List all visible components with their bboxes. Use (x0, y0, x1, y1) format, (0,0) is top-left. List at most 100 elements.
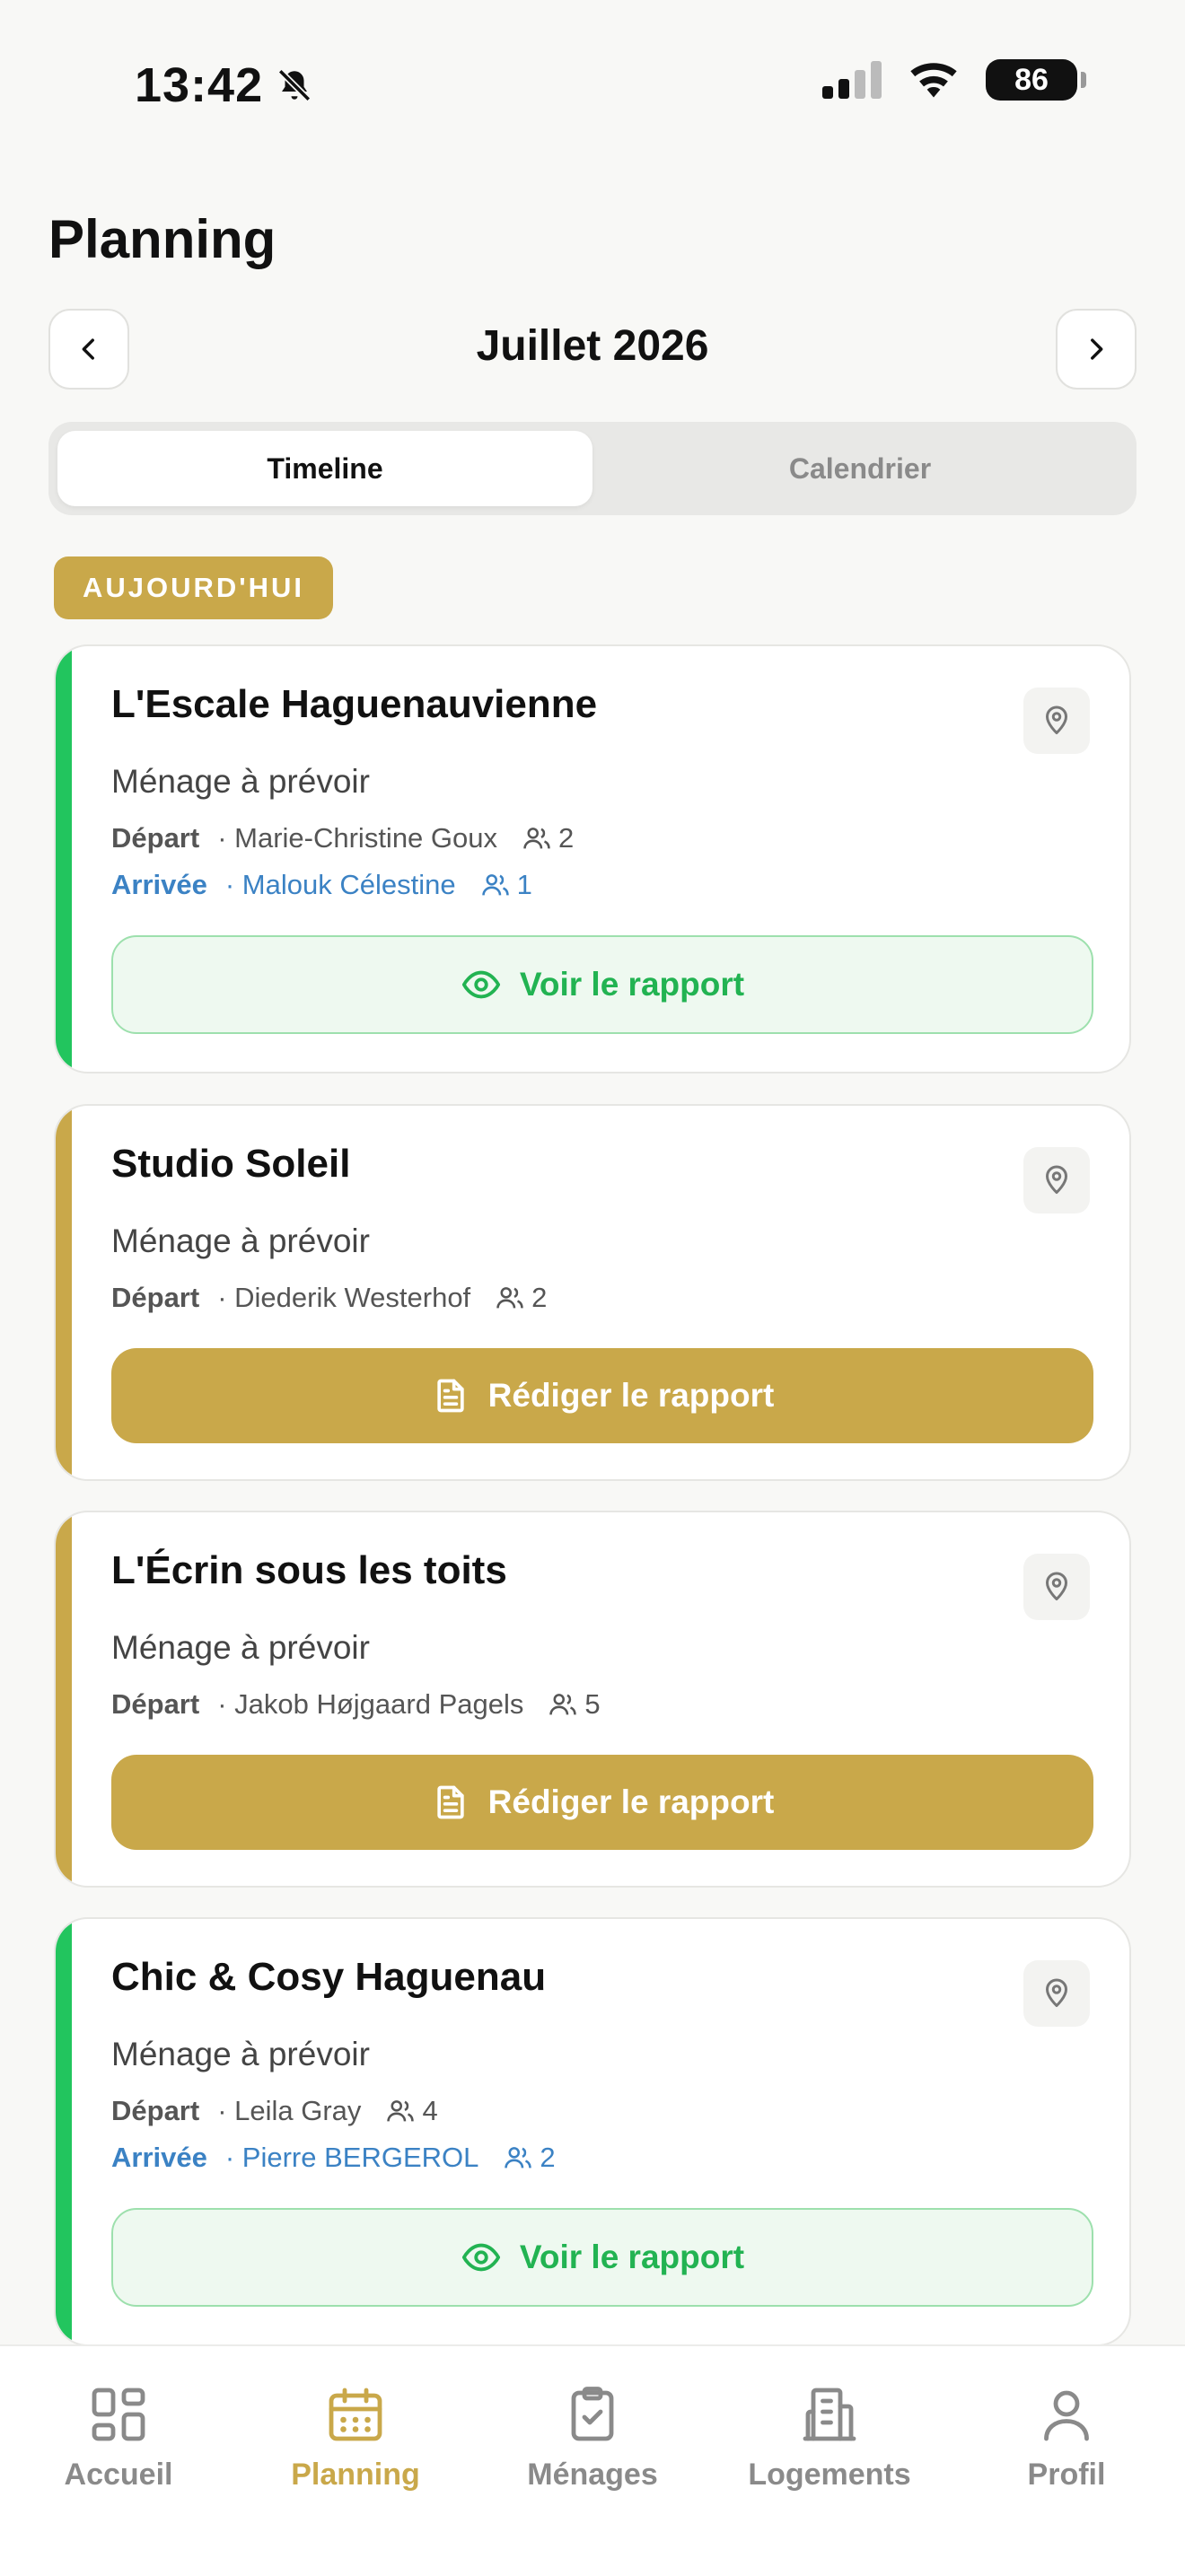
arrival-row: Arrivée · Pierre BERGEROL 2 (111, 2142, 556, 2174)
guest-count: 4 (384, 2095, 438, 2127)
view-report-button[interactable]: Voir le rapport (111, 935, 1093, 1034)
clock-text: 13:42 (135, 58, 264, 112)
guest-count: 2 (521, 822, 574, 854)
view-switcher: Timeline Calendrier (48, 422, 1137, 515)
booking-card[interactable]: Chic & Cosy Haguenau Ménage à prévoir Dé… (54, 1917, 1131, 2346)
departure-row: Départ · Marie-Christine Goux 2 (111, 822, 574, 854)
departure-guest-count: 2 (531, 1282, 548, 1313)
location-button[interactable] (1023, 1147, 1090, 1214)
cleaning-status: Ménage à prévoir (111, 1629, 370, 1666)
departure-label: Départ (111, 1282, 200, 1313)
write-report-label: Rédiger le rapport (487, 1377, 775, 1414)
cleaning-status: Ménage à prévoir (111, 2036, 370, 2072)
departure-label: Départ (111, 1688, 200, 1720)
battery-level: 86 (1014, 62, 1049, 97)
document-icon (436, 1785, 464, 1819)
write-report-label: Rédiger le rapport (487, 1783, 775, 1820)
battery-indicator: 86 (986, 59, 1086, 101)
property-title: L'Écrin sous les toits (111, 1548, 507, 1592)
write-report-button[interactable]: Rédiger le rapport (111, 1755, 1093, 1850)
bell-slash-icon (277, 68, 312, 102)
departure-label: Départ (111, 2095, 200, 2126)
document-icon (436, 1379, 464, 1413)
tab-label: Planning (291, 2458, 420, 2492)
view-report-button[interactable]: Voir le rapport (111, 2208, 1093, 2307)
map-pin-icon (1046, 1978, 1067, 2007)
guest-count: 2 (502, 2142, 556, 2174)
property-title: Studio Soleil (111, 1142, 351, 1186)
user-icon (1044, 2390, 1089, 2441)
eye-icon (461, 2243, 501, 2272)
map-pin-icon (1046, 1165, 1067, 1194)
location-button[interactable] (1023, 1554, 1090, 1620)
status-stripe (56, 1106, 72, 1479)
tab-profil[interactable]: Profil (948, 2382, 1185, 2493)
tab-logements[interactable]: Logements (711, 2382, 948, 2493)
map-pin-icon (1046, 705, 1067, 734)
status-stripe (56, 1512, 72, 1886)
departure-guest-name: · Diederik Westerhof (217, 1282, 471, 1313)
guest-count: 5 (547, 1688, 601, 1721)
building-icon (803, 2388, 856, 2441)
signal-icon (822, 61, 882, 99)
grid-icon (92, 2388, 145, 2441)
status-stripe (56, 646, 72, 1072)
tab-label: Accueil (64, 2458, 173, 2492)
tab-accueil[interactable]: Accueil (0, 2382, 237, 2493)
tab-calendrier[interactable]: Calendrier (592, 431, 1128, 506)
arrival-label: Arrivée (111, 2142, 207, 2173)
tab-label: Profil (1027, 2458, 1106, 2492)
property-title: Chic & Cosy Haguenau (111, 1955, 547, 1999)
departure-guest-count: 2 (558, 822, 575, 854)
arrival-label: Arrivée (111, 869, 207, 900)
users-icon (505, 2147, 532, 2169)
arrival-guest-count: 1 (516, 869, 532, 900)
booking-card[interactable]: L'Escale Haguenauvienne Ménage à prévoir… (54, 644, 1131, 1073)
departure-guest-name: · Marie-Christine Goux (217, 822, 498, 854)
arrival-guest-count: 2 (540, 2142, 556, 2173)
booking-card[interactable]: L'Écrin sous les toits Ménage à prévoir … (54, 1511, 1131, 1888)
guest-count: 1 (479, 869, 532, 901)
write-report-button[interactable]: Rédiger le rapport (111, 1348, 1093, 1443)
tab-menages[interactable]: Ménages (474, 2382, 711, 2493)
departure-label: Départ (111, 822, 200, 854)
departure-guest-name: · Leila Gray (217, 2095, 362, 2126)
calendar-icon (329, 2388, 382, 2441)
departure-row: Départ · Diederik Westerhof 2 (111, 1282, 547, 1314)
users-icon (481, 874, 509, 896)
tab-label: Ménages (527, 2458, 658, 2492)
departure-row: Départ · Leila Gray 4 (111, 2095, 438, 2127)
cleaning-status: Ménage à prévoir (111, 763, 370, 800)
property-title: L'Escale Haguenauvienne (111, 682, 598, 726)
clipboard-check-icon (571, 2387, 614, 2441)
guest-count: 2 (494, 1282, 547, 1314)
month-label: Juillet 2026 (476, 322, 709, 370)
wifi-icon (910, 63, 957, 98)
tab-timeline[interactable]: Timeline (57, 431, 592, 506)
location-button[interactable] (1023, 1960, 1090, 2027)
departure-row: Départ · Jakob Højgaard Pagels 5 (111, 1688, 601, 1721)
eye-icon (461, 970, 501, 999)
booking-card[interactable]: Studio Soleil Ménage à prévoir Départ · … (54, 1104, 1131, 1481)
arrival-row: Arrivée · Malouk Célestine 1 (111, 869, 532, 901)
cleaning-status: Ménage à prévoir (111, 1222, 370, 1259)
users-icon (387, 2100, 415, 2122)
departure-guest-name: · Jakob Højgaard Pagels (217, 1688, 524, 1720)
bottom-tab-bar: Accueil Planning Ménages Logements Profi… (0, 2344, 1185, 2576)
today-badge: AUJOURD'HUI (54, 556, 334, 619)
status-bar-indicators: 86 (822, 59, 1086, 101)
status-stripe (56, 1919, 72, 2344)
departure-guest-count: 5 (584, 1688, 601, 1720)
tab-planning[interactable]: Planning (237, 2382, 474, 2493)
arrival-guest-name: · Malouk Célestine (224, 869, 456, 900)
tab-label: Logements (748, 2458, 911, 2492)
status-bar-time: 13:42 (135, 57, 313, 113)
location-button[interactable] (1023, 688, 1090, 754)
chevron-right-icon (1091, 338, 1103, 360)
users-icon (523, 828, 550, 849)
departure-guest-count: 4 (422, 2095, 438, 2126)
users-icon (496, 1287, 523, 1309)
next-month-button[interactable] (1056, 309, 1137, 390)
view-report-label: Voir le rapport (519, 966, 745, 1003)
view-report-label: Voir le rapport (519, 2239, 745, 2275)
